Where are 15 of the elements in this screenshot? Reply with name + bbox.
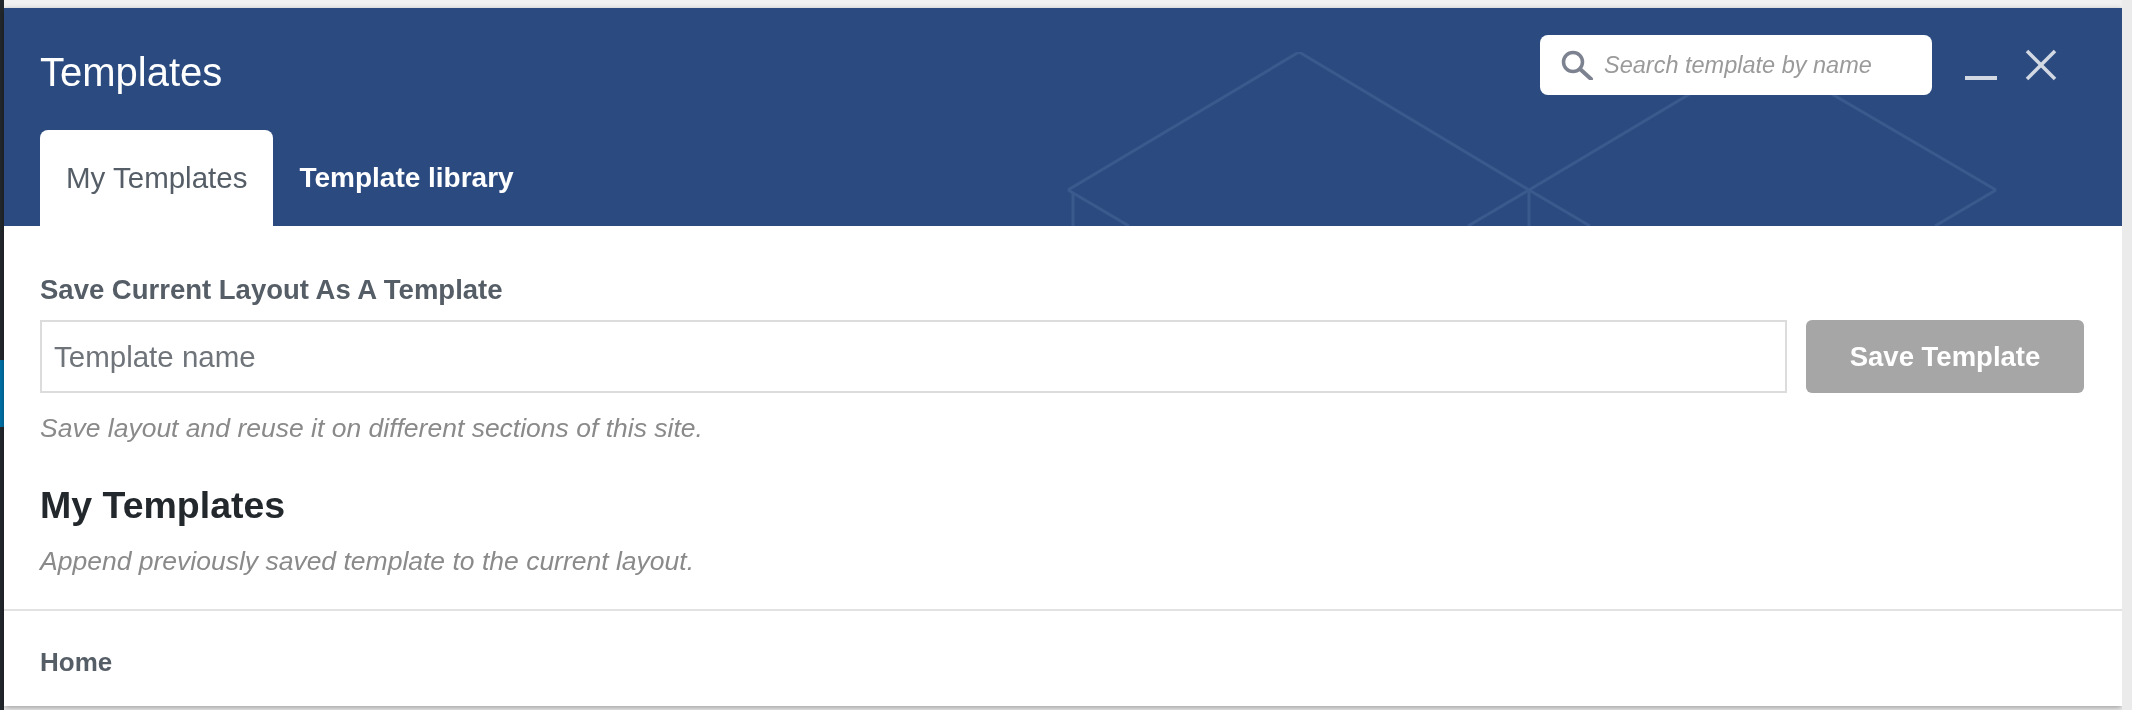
help-text: Append previously saved template to the current layout. (40, 546, 696, 576)
tab[interactable]: Template library (273, 130, 540, 226)
dialog-title: Templates (40, 48, 223, 95)
search-icon (1561, 50, 1593, 80)
section-heading: My Templates (40, 484, 287, 526)
template-name-field[interactable]: Template name (40, 320, 1787, 393)
close-icon (2025, 49, 2057, 81)
template-item[interactable]: Home (40, 647, 113, 677)
help-text: Save layout and reuse it on different sections of this site. (40, 413, 704, 443)
search-field[interactable]: Search template by name (1540, 35, 1932, 95)
close-button[interactable] (2025, 49, 2057, 81)
admin-menu-highlight (0, 360, 4, 427)
section-heading: Save Current Layout As A Template (40, 274, 504, 306)
tab[interactable]: My Templates (40, 130, 274, 226)
minimize-icon (1965, 76, 1997, 80)
